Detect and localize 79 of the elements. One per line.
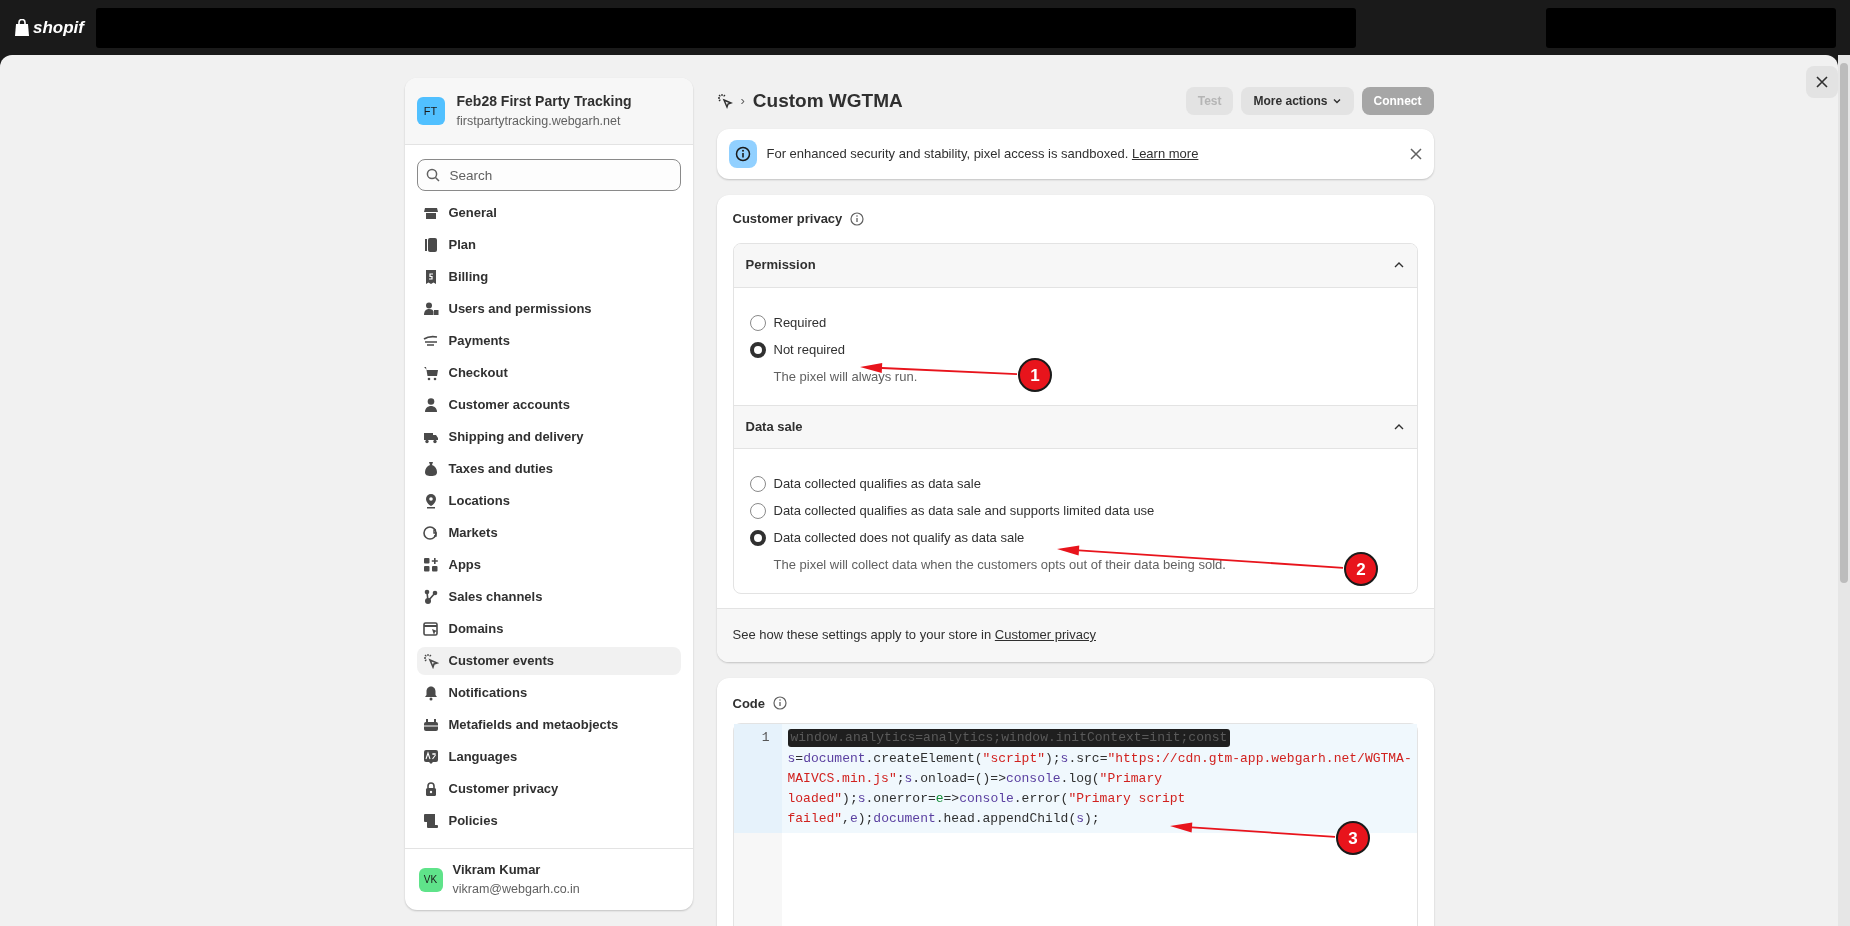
store-domain: firstpartytracking.webgarh.net [456, 113, 622, 131]
info-icon [850, 211, 865, 226]
sidebar-item[interactable]: Billing [416, 263, 681, 291]
close-icon[interactable] [1409, 148, 1422, 160]
sidebar-item[interactable]: Customer events [416, 647, 681, 675]
callout-badge: 2 [1344, 552, 1378, 586]
code-editor[interactable] [732, 723, 1418, 926]
store-name: Feb28 First Party Tracking [456, 92, 632, 112]
user-email: vikram@webgarh.co.in [452, 880, 580, 898]
sidebar-item[interactable]: Domains [416, 615, 681, 643]
store-icon [422, 205, 439, 221]
sidebar-item[interactable]: Payments [416, 327, 681, 355]
callout-badge: 1 [1018, 358, 1052, 392]
help-text: The pixel will collect data when the customers opts out of their data being sold. [773, 555, 1226, 574]
money-bag-icon [422, 461, 439, 477]
help-text: The pixel will always run. [773, 367, 918, 386]
info-icon [773, 696, 787, 711]
search-field[interactable]: Search [416, 159, 681, 191]
card-box-icon [422, 717, 439, 733]
learn-more-link[interactable]: Learn more [1131, 146, 1199, 162]
logo-text[interactable]: shopif [33, 14, 84, 41]
book-icon [422, 237, 439, 253]
radio-option[interactable]: Data collected qualifies as data sale [749, 473, 981, 494]
person-icon [422, 397, 439, 413]
sidebar-item[interactable]: Markets [416, 519, 681, 547]
search-input[interactable]: Search [447, 160, 672, 190]
sidebar-item[interactable]: Taxes and duties [416, 455, 681, 483]
sidebar-item[interactable]: Notifications [416, 679, 681, 707]
close-icon [1816, 76, 1828, 88]
close-button[interactable] [1806, 66, 1838, 98]
sidebar-item[interactable]: Plan [416, 231, 681, 259]
user-avatar: VK [418, 867, 443, 892]
breadcrumb-separator: › [740, 92, 745, 111]
customer-privacy-link[interactable]: Customer privacy [994, 627, 1096, 643]
sidebar-item[interactable]: Customer privacy [416, 775, 681, 803]
sidebar-item[interactable]: Sales channels [416, 583, 681, 611]
sidebar-item[interactable]: Locations [416, 487, 681, 515]
accordion-header[interactable]: Permission [733, 243, 1417, 288]
cursor-click-icon [422, 653, 439, 669]
sidebar-item[interactable]: Metafields and metaobjects [416, 711, 681, 739]
sidebar-item[interactable]: General [416, 199, 681, 227]
translate-icon [422, 749, 439, 765]
sidebar-item[interactable]: Customer accounts [416, 391, 681, 419]
accordion-header[interactable]: Data sale [733, 404, 1417, 449]
radio-button[interactable] [749, 529, 766, 546]
scrollbar-thumb[interactable] [1840, 63, 1848, 583]
sidebar-item[interactable]: Languages [416, 743, 681, 771]
callout-badge: 3 [1336, 821, 1370, 855]
bell-icon [422, 685, 439, 701]
chevron-down-icon [1331, 96, 1342, 106]
apps-icon [422, 557, 439, 573]
sidebar-item[interactable]: Shipping and delivery [416, 423, 681, 451]
info-icon [728, 140, 757, 168]
sidebar-item[interactable]: Apps [416, 551, 681, 579]
user-name: Vikram Kumar [452, 861, 542, 880]
radio-option[interactable]: Required [749, 312, 827, 333]
footer-text: See how these settings apply to your store in Customer privacy [732, 626, 1096, 645]
nodes-icon [422, 589, 439, 605]
more-actions-button[interactable]: More actions [1241, 87, 1354, 115]
banner-text: For enhanced security and stability, pixel access is sandboxed. Learn more [766, 145, 1199, 164]
radio-option[interactable]: Data collected qualifies as data sale and supports limited data use [749, 500, 1155, 521]
globe-icon [422, 525, 439, 541]
users-icon [422, 301, 439, 317]
radio-button[interactable] [749, 341, 766, 358]
page-title: Custom WGTMA [752, 88, 903, 113]
window-icon [422, 621, 439, 637]
card-title: Code [732, 694, 765, 713]
sidebar-item[interactable]: Users and permissions [416, 295, 681, 323]
cursor-click-icon [716, 93, 733, 109]
card-title: Customer privacy [732, 210, 843, 228]
line-number: 1 [733, 724, 782, 833]
sidebar-item[interactable]: Policies [416, 807, 681, 835]
sidebar-item[interactable]: Checkout [416, 359, 681, 387]
shopping-bag-icon [14, 18, 30, 37]
radio-option[interactable]: Not required [749, 339, 846, 360]
radio-option[interactable]: Data collected does not qualify as data sale [749, 527, 1025, 548]
cart-icon [422, 365, 439, 381]
search-icon [425, 168, 440, 182]
store-avatar: FT [416, 97, 445, 125]
